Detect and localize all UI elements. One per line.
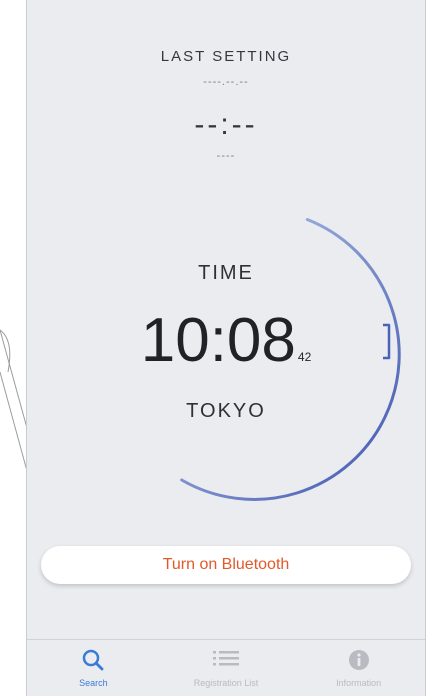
tab-information-label: Information: [336, 678, 382, 688]
city-label: TOKYO: [186, 400, 266, 422]
tab-bar: Search Registration List Information: [27, 639, 425, 696]
tab-information[interactable]: Information: [292, 640, 425, 696]
turn-on-bluetooth-button[interactable]: Turn on Bluetooth: [41, 546, 411, 584]
tab-search[interactable]: Search: [27, 640, 160, 696]
time-seconds: 42: [297, 350, 312, 364]
tab-registration-list-label: Registration List: [193, 678, 259, 688]
time-label: TIME: [198, 262, 254, 284]
list-icon: [213, 651, 239, 666]
tab-search-label: Search: [79, 678, 108, 688]
current-time: 10:08 42: [27, 305, 425, 376]
search-icon: [83, 649, 104, 671]
info-icon: [348, 650, 369, 670]
tab-registration-list[interactable]: Registration List: [160, 640, 293, 696]
time-hours-minutes: 10:08: [140, 306, 296, 375]
app-screen: LAST SETTING ----.--.-- --:-- ---- TIME …: [26, 0, 426, 696]
